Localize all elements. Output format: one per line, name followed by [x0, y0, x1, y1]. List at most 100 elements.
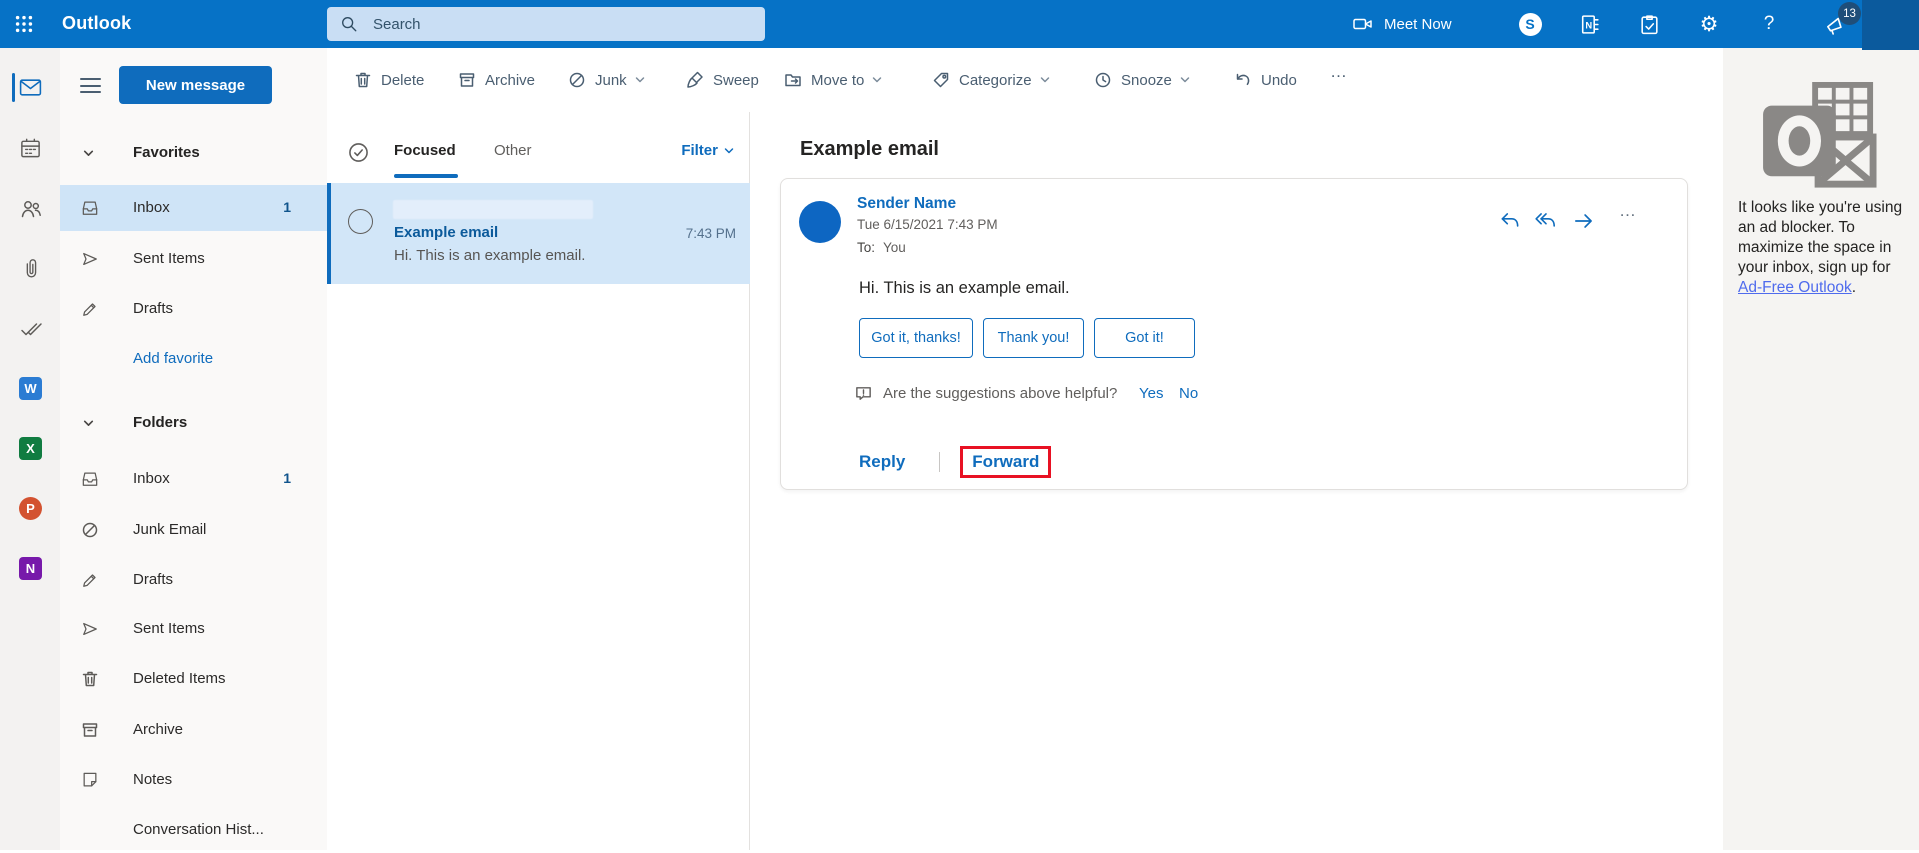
folder-label: Inbox [133, 470, 170, 487]
folder-label: Deleted Items [133, 670, 226, 687]
folders-section-header[interactable]: Folders [60, 400, 327, 446]
sidebar-item-sent-favorite[interactable]: Sent Items [60, 236, 327, 282]
block-icon [80, 520, 100, 540]
adblock-text-end: . [1852, 279, 1856, 296]
section-label: Favorites [133, 144, 200, 161]
attachments-icon[interactable] [17, 255, 44, 282]
trash-icon [80, 669, 100, 689]
command-label: Categorize [959, 72, 1032, 89]
select-all-icon[interactable] [347, 141, 370, 164]
sidebar-item-junk[interactable]: Junk Email [60, 507, 327, 553]
sidebar-item-inbox[interactable]: Inbox 1 [60, 456, 327, 502]
message-select-checkbox[interactable] [348, 209, 373, 234]
calendar-icon[interactable] [17, 135, 44, 162]
junk-button[interactable]: Junk [567, 68, 646, 92]
reply-all-button-icon[interactable] [1533, 208, 1559, 234]
vertical-divider [939, 452, 940, 472]
todo-button[interactable] [1628, 0, 1670, 48]
message-card: Sender Name Tue 6/15/2021 7:43 PM To:You… [780, 178, 1688, 490]
more-actions-ellipsis-icon[interactable]: … [1619, 201, 1638, 221]
hamburger-menu-icon[interactable] [80, 78, 101, 94]
meet-now-button[interactable]: Meet Now [1352, 0, 1452, 48]
app-launcher-waffle-icon[interactable] [0, 0, 48, 48]
reply-link[interactable]: Reply [859, 452, 905, 472]
outlook-adblock-graphic [1763, 82, 1881, 192]
reply-forward-row: Reply Forward [859, 447, 1051, 477]
undo-button[interactable]: Undo [1233, 68, 1297, 92]
inbox-icon [80, 469, 100, 489]
onenote-app-icon[interactable]: N [17, 555, 44, 582]
snooze-button[interactable]: Snooze [1093, 68, 1191, 92]
add-favorite-button[interactable]: Add favorite [60, 336, 327, 382]
folder-label: Drafts [133, 300, 173, 317]
sidebar-item-conversation-history[interactable]: Conversation Hist... [60, 807, 327, 853]
onenote-feed-button[interactable]: N [1568, 0, 1610, 48]
adblock-text: It looks like you're using an ad blocker… [1738, 199, 1902, 276]
sidebar-item-deleted[interactable]: Deleted Items [60, 656, 327, 702]
help-icon[interactable]: ? [1748, 0, 1790, 48]
feedback-bubble-icon [854, 384, 873, 403]
mail-icon[interactable] [17, 74, 44, 101]
sidebar-item-sent[interactable]: Sent Items [60, 606, 327, 652]
chevron-down-icon [1179, 74, 1191, 86]
settings-gear-icon[interactable]: ⚙ [1688, 0, 1730, 48]
chevron-down-icon [82, 417, 95, 430]
pencil-icon [80, 299, 100, 319]
filter-button[interactable]: Filter [681, 142, 735, 159]
reply-button-icon[interactable] [1497, 208, 1523, 234]
chevron-down-icon [871, 74, 883, 86]
suggested-reply-1[interactable]: Got it, thanks! [859, 318, 973, 358]
sidebar-item-notes[interactable]: Notes [60, 757, 327, 803]
suggested-reply-3[interactable]: Got it! [1094, 318, 1195, 358]
archive-button[interactable]: Archive [457, 68, 535, 92]
skype-button[interactable]: S [1509, 0, 1551, 48]
sidebar-item-inbox-favorite[interactable]: Inbox 1 [60, 185, 327, 231]
whats-new-megaphone-button[interactable]: 13 [1812, 0, 1860, 48]
sender-avatar[interactable] [799, 201, 841, 243]
categorize-button[interactable]: Categorize [931, 68, 1051, 92]
suggested-reply-2[interactable]: Thank you! [983, 318, 1084, 358]
move-to-button[interactable]: Move to [783, 68, 883, 92]
favorites-section-header[interactable]: Favorites [60, 130, 327, 176]
tab-active-indicator [394, 174, 458, 178]
forward-highlight-box: Forward [960, 446, 1051, 478]
command-label: Undo [1261, 72, 1297, 89]
tab-focused[interactable]: Focused [394, 142, 456, 159]
powerpoint-icon[interactable]: P [17, 495, 44, 522]
recipient-you[interactable]: You [883, 240, 906, 255]
broom-icon [685, 70, 705, 90]
chevron-down-icon [82, 147, 95, 160]
redacted-sender [393, 200, 593, 219]
block-icon [567, 70, 587, 90]
email-list-item[interactable]: Example email 7:43 PM Hi. This is an exa… [327, 183, 750, 284]
message-date: Tue 6/15/2021 7:43 PM [857, 217, 998, 232]
account-avatar-button[interactable] [1862, 0, 1919, 50]
message-subject: Example email [394, 224, 498, 241]
archive-icon [457, 70, 477, 90]
undo-icon [1233, 70, 1253, 90]
forward-button-icon[interactable] [1571, 208, 1597, 234]
more-commands-ellipsis-icon[interactable]: … [1330, 62, 1349, 82]
sidebar-item-drafts-favorite[interactable]: Drafts [60, 286, 327, 332]
excel-icon[interactable]: X [17, 435, 44, 462]
people-icon[interactable] [17, 195, 44, 222]
send-icon [80, 249, 100, 269]
skype-icon: S [1519, 13, 1542, 36]
forward-arrow-icon [1572, 209, 1596, 233]
sidebar-item-archive[interactable]: Archive [60, 707, 327, 753]
reply-all-icon [1534, 209, 1558, 233]
tasks-icon[interactable] [17, 315, 44, 342]
word-icon[interactable]: W [17, 375, 44, 402]
sender-name-link[interactable]: Sender Name [857, 195, 956, 213]
forward-link[interactable]: Forward [972, 452, 1039, 472]
new-message-button[interactable]: New message [119, 66, 272, 104]
sidebar-item-drafts[interactable]: Drafts [60, 557, 327, 603]
tab-other[interactable]: Other [494, 142, 532, 159]
feedback-no-link[interactable]: No [1179, 385, 1198, 402]
sweep-button[interactable]: Sweep [685, 68, 759, 92]
ad-free-outlook-link[interactable]: Ad-Free Outlook [1738, 279, 1852, 296]
todo-icon [1638, 13, 1661, 36]
delete-button[interactable]: Delete [353, 68, 424, 92]
feedback-yes-link[interactable]: Yes [1139, 385, 1163, 402]
search-input[interactable]: Search [327, 7, 765, 41]
